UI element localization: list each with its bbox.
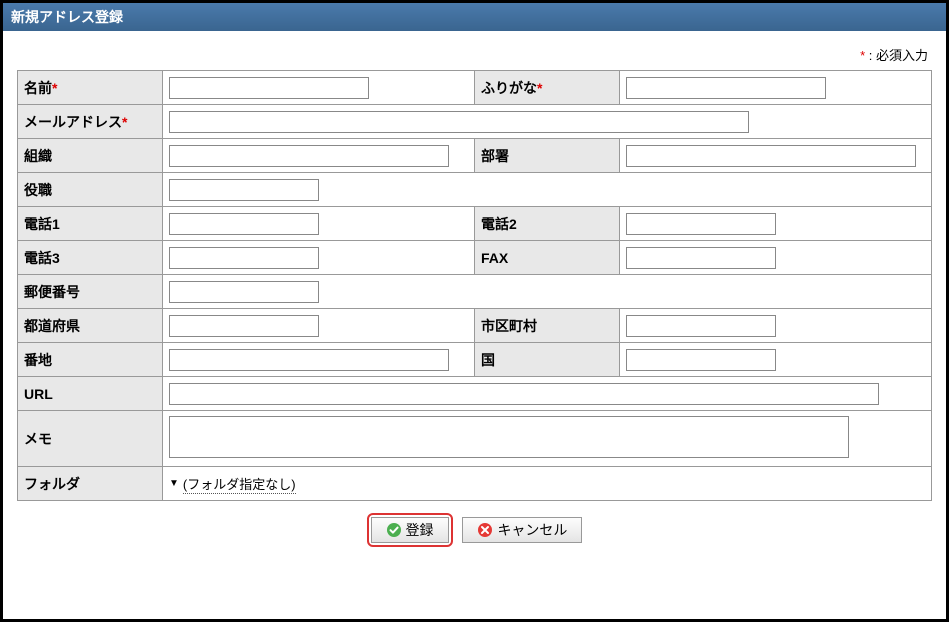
- tel3-input[interactable]: [169, 247, 319, 269]
- tel2-input[interactable]: [626, 213, 776, 235]
- button-bar: 登録 キャンセル: [17, 501, 932, 547]
- label-fax: FAX: [475, 241, 620, 275]
- label-tel3: 電話3: [18, 241, 163, 275]
- memo-textarea[interactable]: [169, 416, 849, 458]
- label-email: メールアドレス*: [18, 105, 163, 139]
- folder-select[interactable]: ▼ (フォルダ指定なし): [169, 474, 296, 494]
- tel1-input[interactable]: [169, 213, 319, 235]
- pref-input[interactable]: [169, 315, 319, 337]
- submit-button-label: 登録: [406, 520, 434, 540]
- label-country: 国: [475, 343, 620, 377]
- ok-icon: [386, 522, 402, 538]
- address-form-table: 名前* ふりがな* メールアドレス* 組織 部署 役職 電話1: [17, 70, 932, 501]
- label-dept: 部署: [475, 139, 620, 173]
- fax-input[interactable]: [626, 247, 776, 269]
- label-name: 名前*: [18, 71, 163, 105]
- chevron-down-icon: ▼: [169, 478, 179, 489]
- submit-button[interactable]: 登録: [371, 517, 449, 543]
- label-folder: フォルダ: [18, 467, 163, 501]
- label-tel1: 電話1: [18, 207, 163, 241]
- cancel-button[interactable]: キャンセル: [462, 517, 582, 543]
- label-url: URL: [18, 377, 163, 411]
- cancel-button-label: キャンセル: [497, 520, 567, 540]
- cancel-icon: [477, 522, 493, 538]
- required-note: * : 必須入力: [17, 41, 932, 70]
- label-zip: 郵便番号: [18, 275, 163, 309]
- label-pref: 都道府県: [18, 309, 163, 343]
- label-kana: ふりがな*: [475, 71, 620, 105]
- country-input[interactable]: [626, 349, 776, 371]
- window-title: 新規アドレス登録: [3, 3, 946, 31]
- label-org: 組織: [18, 139, 163, 173]
- dept-input[interactable]: [626, 145, 916, 167]
- submit-highlight: 登録: [367, 513, 453, 547]
- email-input[interactable]: [169, 111, 749, 133]
- kana-input[interactable]: [626, 77, 826, 99]
- label-city: 市区町村: [475, 309, 620, 343]
- label-memo: メモ: [18, 411, 163, 467]
- url-input[interactable]: [169, 383, 879, 405]
- label-tel2: 電話2: [475, 207, 620, 241]
- street-input[interactable]: [169, 349, 449, 371]
- org-input[interactable]: [169, 145, 449, 167]
- label-title: 役職: [18, 173, 163, 207]
- title-input[interactable]: [169, 179, 319, 201]
- zip-input[interactable]: [169, 281, 319, 303]
- name-input[interactable]: [169, 77, 369, 99]
- folder-selected-text: (フォルダ指定なし): [183, 477, 296, 494]
- city-input[interactable]: [626, 315, 776, 337]
- label-street: 番地: [18, 343, 163, 377]
